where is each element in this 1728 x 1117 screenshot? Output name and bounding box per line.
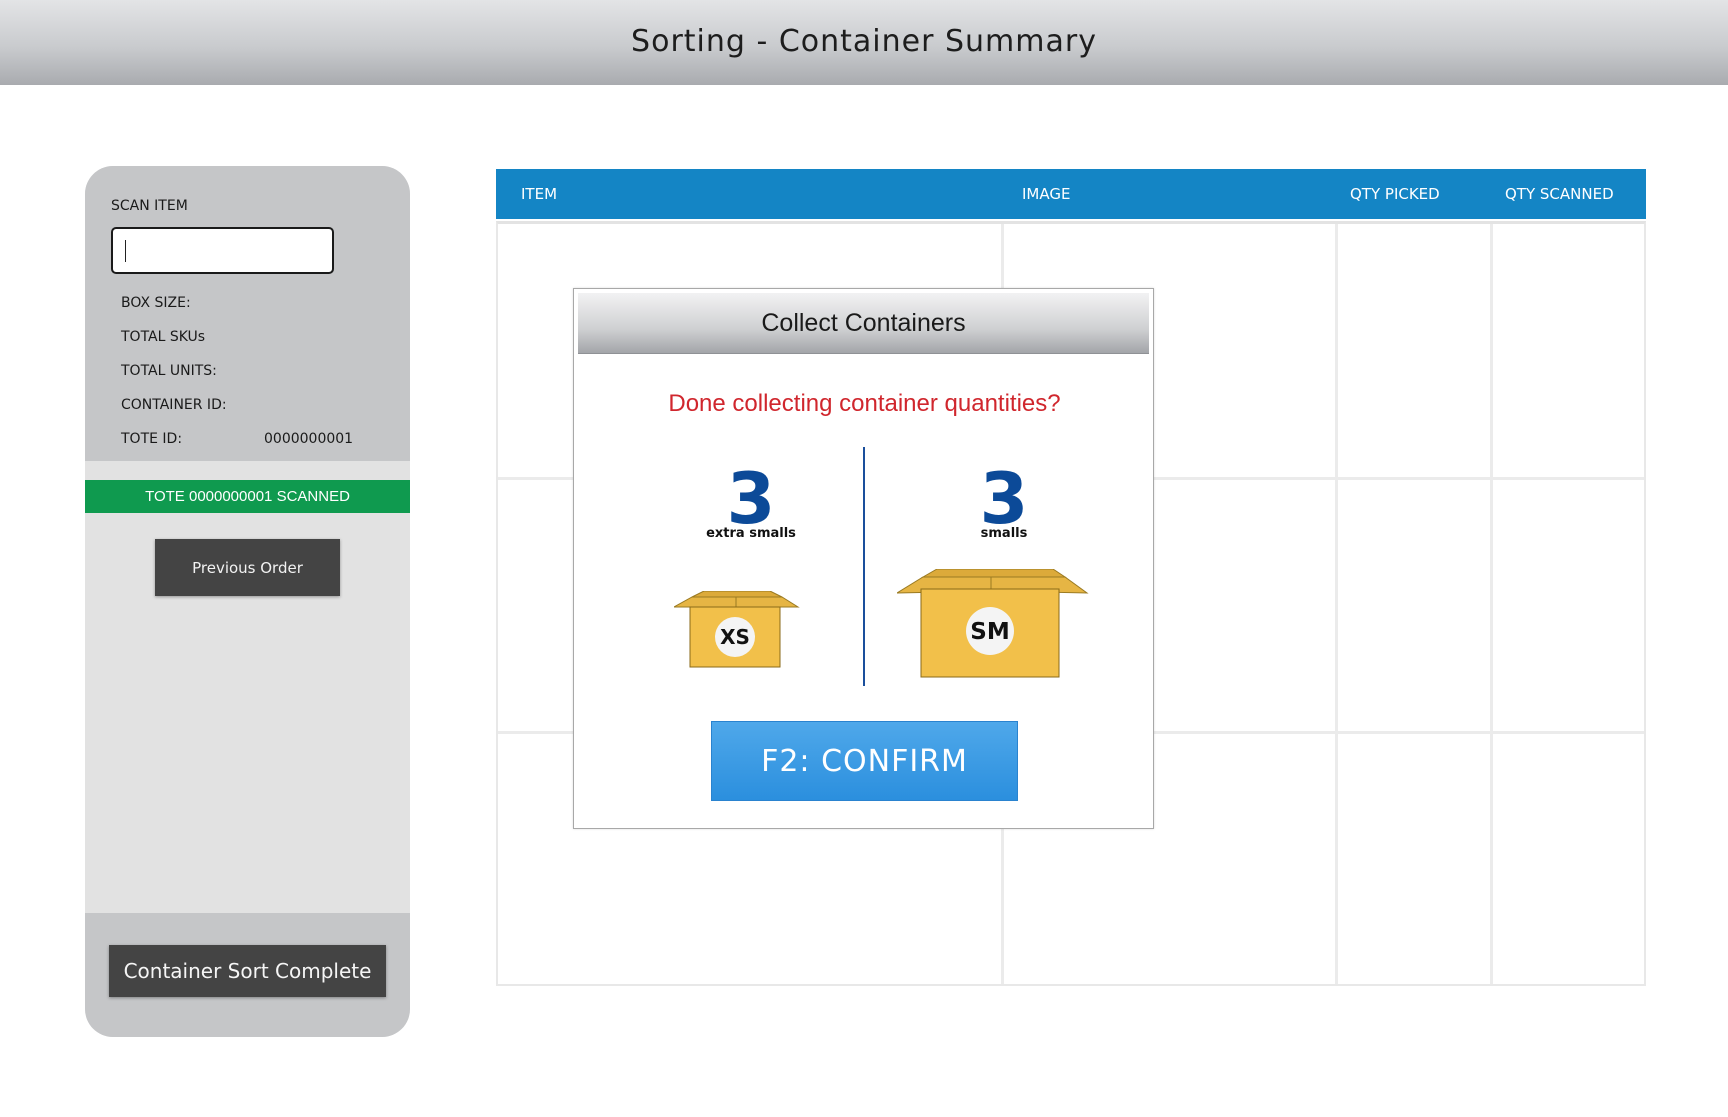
sm-badge: SM [970, 619, 1009, 645]
previous-order-button[interactable]: Previous Order [155, 539, 340, 596]
sidebar-footer: Container Sort Complete [85, 913, 410, 1037]
screen: Sorting - Container Summary SCAN ITEM BO… [0, 0, 1728, 1117]
tote-id-label: TOTE ID: [121, 431, 183, 447]
column-header-qty-picked: QTY PICKED [1350, 185, 1440, 203]
column-header-item: ITEM [521, 185, 558, 203]
column-header-image: IMAGE [1022, 185, 1071, 203]
scan-section: SCAN ITEM BOX SIZE: TOTAL SKUs TOTAL UNI… [85, 166, 410, 461]
sm-quantity-label: smalls [980, 526, 1028, 541]
tote-id-value: 0000000001 [264, 431, 354, 447]
container-sort-complete-button[interactable]: Container Sort Complete [109, 945, 386, 997]
total-skus-label: TOTAL SKUs [121, 329, 206, 345]
collect-containers-dialog: Collect Containers Done collecting conta… [573, 288, 1154, 829]
column-header-qty-scanned: QTY SCANNED [1505, 185, 1614, 203]
dialog-question: Done collecting container quantities? [668, 390, 1061, 417]
tote-scanned-banner: TOTE 0000000001 SCANNED [85, 480, 410, 513]
box-icon: XS [674, 591, 800, 668]
xs-quantity-label: extra smalls [706, 526, 796, 541]
text-caret [125, 240, 126, 262]
page-title: Sorting - Container Summary [631, 24, 1097, 59]
container-id-label: CONTAINER ID: [121, 397, 227, 413]
app-header: Sorting - Container Summary [0, 0, 1728, 85]
column-divider [1335, 224, 1338, 984]
sidebar-panel: SCAN ITEM BOX SIZE: TOTAL SKUs TOTAL UNI… [85, 166, 410, 1037]
column-divider [1490, 224, 1493, 984]
xs-quantity: 3 [726, 458, 776, 540]
xs-badge: XS [720, 625, 750, 649]
box-icon: SM [897, 569, 1089, 678]
total-units-label: TOTAL UNITS: [121, 363, 217, 379]
confirm-button[interactable]: F2: CONFIRM [711, 721, 1018, 801]
scan-item-label: SCAN ITEM [111, 198, 188, 214]
sm-quantity: 3 [979, 458, 1029, 540]
scan-item-input[interactable] [111, 227, 334, 274]
column-divider-line [863, 447, 865, 686]
box-size-label: BOX SIZE: [121, 295, 191, 311]
dialog-title: Collect Containers [578, 293, 1149, 354]
table-header: ITEM IMAGE QTY PICKED QTY SCANNED [496, 169, 1646, 219]
